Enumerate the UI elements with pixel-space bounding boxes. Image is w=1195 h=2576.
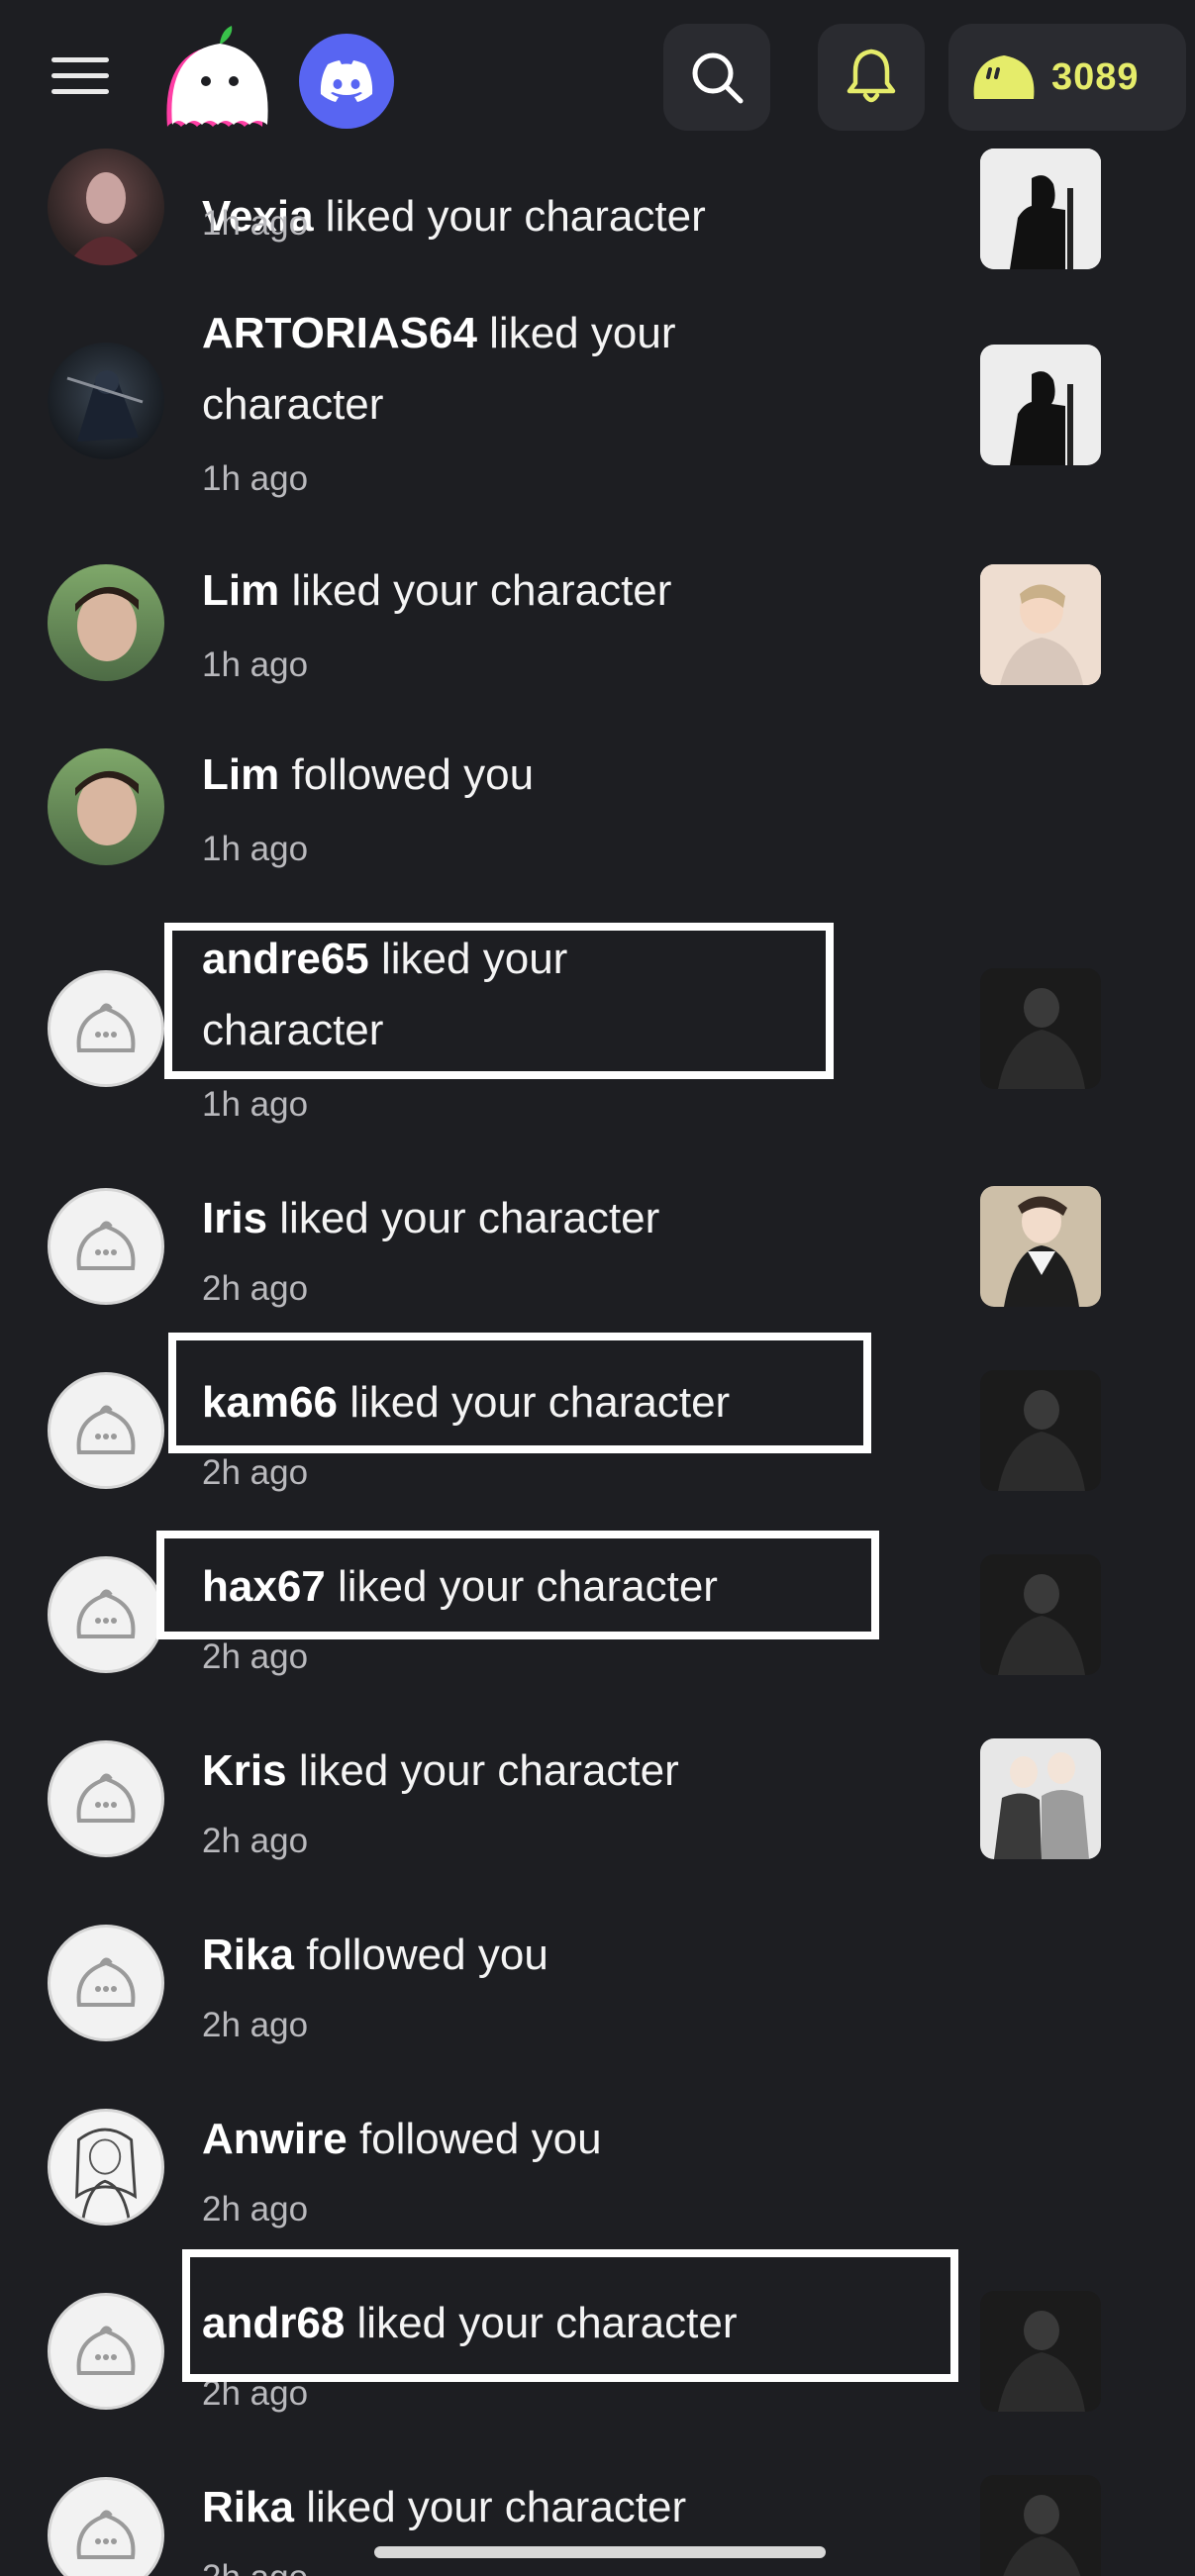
hamburger-menu-icon[interactable] <box>51 57 109 101</box>
notification-item[interactable]: Lim liked your character 1h ago <box>0 554 1195 703</box>
notification-action: liked your character <box>349 1378 731 1427</box>
default-avatar-icon[interactable] <box>48 1188 164 1305</box>
notification-action: liked your character <box>279 1194 660 1242</box>
notification-text: Rika liked your character <box>202 2471 686 2543</box>
user-avatar[interactable] <box>48 343 164 459</box>
notification-text-continued: character <box>202 1006 384 1054</box>
notification-item[interactable]: Kris liked your character 2h ago <box>0 1734 1195 1883</box>
timestamp: 1h ago <box>202 1085 309 1124</box>
search-icon[interactable] <box>663 24 770 131</box>
default-avatar-icon[interactable] <box>48 1556 164 1673</box>
username[interactable]: ARTORIAS64 <box>202 309 477 357</box>
notification-text: Rika followed you <box>202 1919 548 1991</box>
timestamp: 1h ago <box>202 830 309 868</box>
notification-item[interactable]: Lim followed you 1h ago <box>0 739 1195 887</box>
username[interactable]: Iris <box>202 1194 267 1242</box>
timestamp: 2h ago <box>202 2374 309 2413</box>
default-avatar-icon[interactable] <box>48 970 164 1087</box>
user-avatar[interactable] <box>48 149 164 265</box>
notification-item[interactable]: kam66 liked your character 2h ago <box>0 1366 1195 1515</box>
user-avatar[interactable] <box>48 748 164 865</box>
character-thumbnail[interactable] <box>980 2475 1101 2576</box>
username[interactable]: Rika <box>202 1931 294 1979</box>
default-avatar-icon[interactable] <box>48 1925 164 2041</box>
character-thumbnail[interactable] <box>980 1554 1101 1675</box>
character-thumbnail[interactable] <box>980 968 1101 1089</box>
username[interactable]: kam66 <box>202 1378 338 1427</box>
timestamp: 2h ago <box>202 2190 309 2229</box>
timestamp: 2h ago <box>202 1822 309 1860</box>
notification-action: followed you <box>306 1931 548 1979</box>
notification-text: andr68 liked your character <box>202 2287 737 2359</box>
notification-item[interactable]: Rika followed you 2h ago <box>0 1919 1195 2067</box>
notification-action: followed you <box>358 2115 602 2163</box>
username[interactable]: andre65 <box>202 935 369 983</box>
timestamp: 1h ago <box>202 645 309 684</box>
character-thumbnail[interactable] <box>980 149 1101 269</box>
timestamp: 2h ago <box>202 1269 309 1308</box>
credits-value: 3089 <box>1051 55 1140 98</box>
notification-item[interactable]: hax67 liked your character 2h ago <box>0 1550 1195 1699</box>
notification-text: Lim liked your character <box>202 554 671 627</box>
default-avatar-icon[interactable] <box>48 1372 164 1489</box>
notification-item[interactable]: ARTORIAS64 liked your character 1h ago <box>0 297 1195 498</box>
user-avatar[interactable] <box>48 564 164 681</box>
username[interactable]: andr68 <box>202 2299 345 2347</box>
discord-icon[interactable] <box>299 34 394 129</box>
timestamp: 2h ago <box>202 1637 309 1676</box>
default-avatar-icon[interactable] <box>48 2293 164 2410</box>
notification-item[interactable]: andre65 liked your character 1h ago <box>0 923 1195 1124</box>
ghost-mascot-icon[interactable] <box>158 22 281 133</box>
notification-action: liked your character <box>291 566 672 615</box>
username[interactable]: hax67 <box>202 1562 326 1611</box>
credits-balance[interactable]: 3089 <box>948 24 1186 131</box>
user-avatar[interactable] <box>48 2109 164 2226</box>
bell-icon[interactable] <box>818 24 925 131</box>
notification-action: liked your <box>381 935 568 983</box>
notification-action: liked your character <box>325 192 706 241</box>
username[interactable]: Lim <box>202 566 279 615</box>
character-thumbnail[interactable] <box>980 564 1101 685</box>
credit-blob-icon <box>973 55 1035 99</box>
character-thumbnail[interactable] <box>980 1186 1101 1307</box>
notification-text: kam66 liked your character <box>202 1366 730 1438</box>
notification-item[interactable]: Iris liked your character 2h ago <box>0 1182 1195 1331</box>
username[interactable]: Kris <box>202 1746 287 1795</box>
timestamp: 1h ago <box>202 204 309 243</box>
username[interactable]: Lim <box>202 750 279 799</box>
character-thumbnail[interactable] <box>980 1370 1101 1491</box>
timestamp: 1h ago <box>202 459 309 498</box>
character-thumbnail[interactable] <box>980 345 1101 465</box>
notification-text: ARTORIAS64 liked your <box>202 297 675 369</box>
notification-text-continued: character <box>202 380 384 429</box>
notification-action: liked your character <box>338 1562 718 1611</box>
notification-text: hax67 liked your character <box>202 1550 718 1623</box>
notification-action: liked your character <box>306 2483 687 2531</box>
notification-action: liked your character <box>356 2299 738 2347</box>
notification-item[interactable]: andr68 liked your character 2h ago <box>0 2287 1195 2435</box>
username[interactable]: Rika <box>202 2483 294 2531</box>
notification-item[interactable]: Rika liked your character 2h ago <box>0 2471 1195 2576</box>
timestamp: 2h ago <box>202 2006 309 2044</box>
notification-text: Iris liked your character <box>202 1182 659 1254</box>
home-indicator[interactable] <box>374 2546 826 2558</box>
notification-action: liked your <box>489 309 676 357</box>
notification-text: Kris liked your character <box>202 1734 679 1807</box>
notification-text: andre65 liked your <box>202 923 567 995</box>
top-app-bar: 3089 <box>0 0 1195 149</box>
notification-action: liked your character <box>298 1746 679 1795</box>
notification-text: Anwire followed you <box>202 2103 602 2175</box>
timestamp: 2h ago <box>202 2558 308 2576</box>
default-avatar-icon[interactable] <box>48 2477 164 2576</box>
character-thumbnail[interactable] <box>980 2291 1101 2412</box>
username[interactable]: Anwire <box>202 2115 348 2163</box>
default-avatar-icon[interactable] <box>48 1740 164 1857</box>
notification-action: followed you <box>291 750 535 799</box>
timestamp: 2h ago <box>202 1453 309 1492</box>
notification-item[interactable]: Anwire followed you 2h ago <box>0 2103 1195 2251</box>
notification-text: Lim followed you <box>202 739 534 811</box>
character-thumbnail[interactable] <box>980 1738 1101 1859</box>
